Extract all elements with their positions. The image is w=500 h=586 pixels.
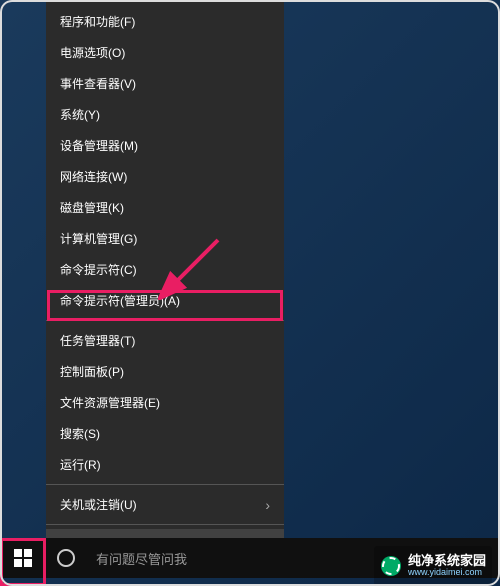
menu-item-file-explorer[interactable]: 文件资源管理器(E) [46, 387, 284, 418]
menu-label: 程序和功能(F) [60, 13, 135, 30]
search-placeholder: 有问题尽管问我 [96, 549, 187, 568]
menu-label: 文件资源管理器(E) [60, 394, 160, 411]
menu-label: 设备管理器(M) [60, 137, 138, 154]
menu-item-run[interactable]: 运行(R) [46, 449, 284, 480]
winx-context-menu: 程序和功能(F) 电源选项(O) 事件查看器(V) 系统(Y) 设备管理器(M)… [46, 0, 284, 566]
menu-item-network-connections[interactable]: 网络连接(W) [46, 161, 284, 192]
menu-item-task-manager[interactable]: 任务管理器(T) [46, 325, 284, 356]
menu-label: 磁盘管理(K) [60, 199, 124, 216]
cortana-circle-icon [57, 549, 75, 567]
menu-label: 运行(R) [60, 456, 101, 473]
menu-label: 控制面板(P) [60, 363, 124, 380]
menu-item-search[interactable]: 搜索(S) [46, 418, 284, 449]
windows-logo-icon [14, 549, 32, 567]
menu-item-device-manager[interactable]: 设备管理器(M) [46, 130, 284, 161]
watermark-logo-icon [380, 555, 402, 577]
menu-label: 命令提示符(管理员)(A) [60, 292, 180, 309]
watermark: 纯净系统家园 www.yidaimei.com [374, 546, 492, 586]
menu-item-control-panel[interactable]: 控制面板(P) [46, 356, 284, 387]
menu-item-command-prompt-admin[interactable]: 命令提示符(管理员)(A) [46, 285, 284, 316]
menu-item-command-prompt[interactable]: 命令提示符(C) [46, 254, 284, 285]
menu-item-programs[interactable]: 程序和功能(F) [46, 6, 284, 37]
menu-label: 事件查看器(V) [60, 75, 136, 92]
menu-item-computer-management[interactable]: 计算机管理(G) [46, 223, 284, 254]
menu-label: 关机或注销(U) [60, 496, 137, 513]
menu-separator [46, 320, 284, 321]
menu-item-disk-management[interactable]: 磁盘管理(K) [46, 192, 284, 223]
menu-separator [46, 524, 284, 525]
menu-label: 电源选项(O) [60, 44, 125, 61]
menu-label: 命令提示符(C) [60, 261, 137, 278]
menu-item-power-options[interactable]: 电源选项(O) [46, 37, 284, 68]
cortana-button[interactable] [46, 538, 86, 578]
menu-label: 网络连接(W) [60, 168, 127, 185]
chevron-right-icon: › [265, 497, 270, 513]
menu-label: 任务管理器(T) [60, 332, 135, 349]
menu-item-shutdown-signout[interactable]: 关机或注销(U) › [46, 489, 284, 520]
menu-label: 系统(Y) [60, 106, 100, 123]
watermark-url: www.yidaimei.com [408, 568, 486, 578]
menu-label: 计算机管理(G) [60, 230, 137, 247]
menu-label: 搜索(S) [60, 425, 100, 442]
start-button[interactable] [0, 538, 46, 578]
menu-item-event-viewer[interactable]: 事件查看器(V) [46, 68, 284, 99]
watermark-title: 纯净系统家园 [408, 554, 486, 568]
menu-item-system[interactable]: 系统(Y) [46, 99, 284, 130]
menu-separator [46, 484, 284, 485]
